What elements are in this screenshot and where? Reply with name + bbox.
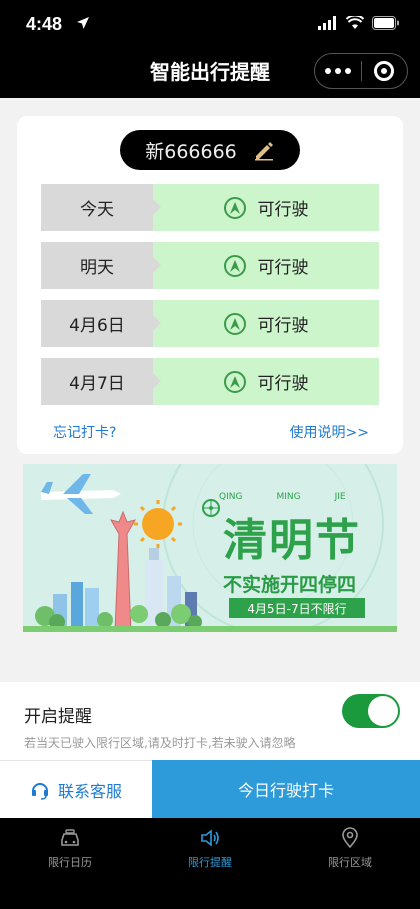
row-status: 可行驶 [153, 358, 379, 405]
qingming-banner[interactable]: QING MING JIE 清明节 不实施开四停四 4月5日-7日不限行 [23, 464, 397, 632]
contact-support-label: 联系客服 [57, 781, 122, 801]
navigation-arrow-icon [223, 370, 246, 393]
banner-subhead: 不实施开四停四 [223, 574, 357, 596]
usage-instructions-link[interactable]: 使用说明>> [290, 422, 369, 442]
tab-label: 限行提醒 [188, 856, 232, 869]
reminder-section: 开启提醒 若当天已驶入限行区域,请及时打卡,若未驶入请忽略 [0, 682, 420, 760]
location-arrow-icon [77, 17, 89, 29]
restriction-row: 今天 可行驶 [41, 184, 379, 231]
signal-icon [318, 16, 336, 30]
row-status: 可行驶 [153, 300, 379, 347]
close-button[interactable] [361, 61, 407, 81]
pinyin-qing: QING [219, 492, 243, 502]
row-status: 可行驶 [153, 184, 379, 231]
tab-reminder[interactable]: 限行提醒 [140, 818, 280, 909]
card-links: 忘记打卡? 使用说明>> [53, 422, 369, 442]
banner-pinyin: QING MING JIE [219, 492, 346, 502]
tab-label: 限行区域 [328, 856, 372, 869]
row-status-text: 可行驶 [257, 200, 309, 220]
more-button[interactable] [315, 68, 361, 74]
contact-support-button[interactable]: 联系客服 [0, 760, 152, 818]
wifi-icon [346, 16, 364, 29]
navigation-arrow-icon [223, 196, 246, 219]
mini-program-capsule [314, 53, 408, 89]
action-bar: 联系客服 今日行驶打卡 [0, 760, 420, 818]
headset-icon [31, 782, 48, 800]
row-day: 4月6日 [41, 300, 161, 347]
row-status: 可行驶 [153, 242, 379, 289]
forgot-checkin-link[interactable]: 忘记打卡? [53, 422, 116, 442]
restriction-row: 4月7日 可行驶 [41, 358, 379, 405]
airplane-icon [41, 474, 121, 514]
restriction-row: 明天 可行驶 [41, 242, 379, 289]
tab-label: 限行日历 [48, 856, 92, 869]
daily-checkin-button[interactable]: 今日行驶打卡 [152, 760, 420, 818]
pinyin-jie: JIE [334, 492, 346, 502]
toggle-knob [368, 696, 398, 726]
close-icon [374, 61, 395, 81]
reminder-title: 开启提醒 [24, 707, 92, 727]
tab-calendar[interactable]: 限行日历 [0, 818, 140, 909]
reminder-toggle[interactable] [342, 694, 400, 728]
header: 4:48 智能出行提醒 [0, 0, 420, 98]
wheel-emblem-icon [202, 499, 220, 517]
status-bar: 4:48 [0, 0, 420, 48]
pinyin-ming: MING [276, 492, 301, 502]
reminder-description: 若当天已驶入限行区域,请及时打卡,若未驶入请忽略 [24, 736, 296, 750]
banner-headline: 清明节 [223, 515, 361, 566]
plate-selector[interactable]: 新666666 [120, 130, 300, 170]
restriction-card: 新666666 今天 可行驶 明天 可行驶 4月6日 可行驶 4月7日 可行驶 … [17, 116, 403, 454]
navigation-arrow-icon [223, 254, 246, 277]
sun-icon [134, 500, 182, 548]
speaker-icon [201, 829, 219, 847]
battery-icon [372, 16, 399, 30]
row-day: 明天 [41, 242, 161, 289]
row-day: 今天 [41, 184, 161, 231]
car-icon [61, 829, 79, 846]
edit-pencil-icon[interactable] [253, 139, 275, 161]
row-status-text: 可行驶 [257, 374, 309, 394]
status-time: 4:48 [26, 14, 63, 34]
banner-dates: 4月5日-7日不限行 [229, 598, 365, 618]
row-status-text: 可行驶 [257, 316, 309, 336]
tab-bar: 限行日历 限行提醒 限行区域 [0, 818, 420, 909]
tab-area[interactable]: 限行区域 [280, 818, 420, 909]
navigation-arrow-icon [223, 312, 246, 335]
row-status-text: 可行驶 [257, 258, 309, 278]
restriction-row: 4月6日 可行驶 [41, 300, 379, 347]
plate-number: 新666666 [145, 140, 237, 163]
location-pin-icon [342, 827, 358, 849]
row-day: 4月7日 [41, 358, 161, 405]
